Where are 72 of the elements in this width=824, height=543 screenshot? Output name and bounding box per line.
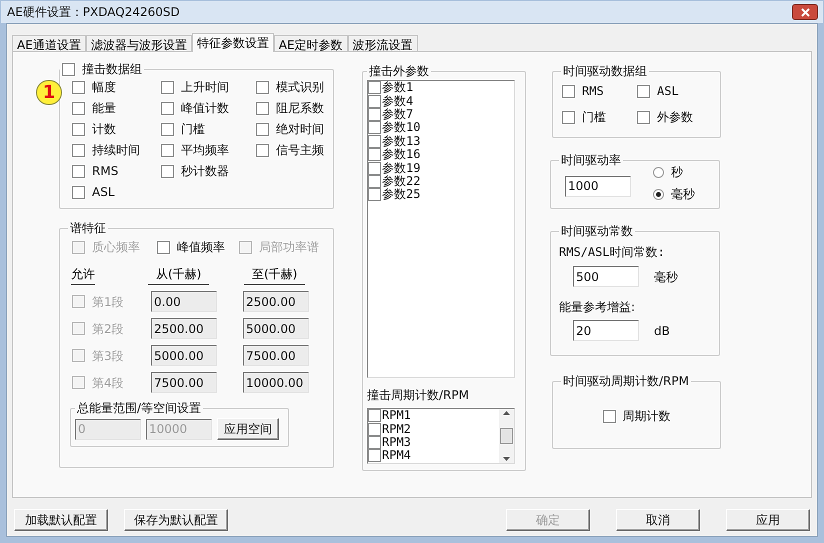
checkbox-option[interactable]: 绝对时间 xyxy=(256,122,324,136)
radio-option[interactable]: 毫秒 xyxy=(653,185,695,203)
list-item[interactable]: RPM3 xyxy=(368,436,499,450)
unit-label: 毫秒 xyxy=(654,268,678,286)
checkbox-option[interactable]: 阻尼系数 xyxy=(256,101,324,115)
checkbox-option[interactable]: 幅度 xyxy=(72,80,161,94)
checkbox-option[interactable]: 峰值计数 xyxy=(161,101,256,115)
checkbox-option[interactable]: 门槛 xyxy=(562,110,637,124)
scroll-thumb[interactable] xyxy=(500,428,513,444)
column-header: 允许 xyxy=(71,265,95,285)
list-item[interactable]: 参数22 xyxy=(368,174,514,188)
annotation-badge: 1 xyxy=(36,80,62,105)
group-title: 撞击外参数 xyxy=(368,63,430,80)
tab[interactable]: 滤波器与波形设置 xyxy=(86,35,192,51)
dialog-button[interactable]: 取消 xyxy=(616,509,700,531)
checkbox-option[interactable]: 峰值频率 xyxy=(157,240,239,254)
radio-option[interactable]: 秒 xyxy=(653,163,695,181)
checkbox-option[interactable]: 周期计数 xyxy=(602,409,670,423)
column-header: 至(千赫) xyxy=(244,265,306,285)
scroll-up-icon[interactable] xyxy=(503,411,510,415)
group-title: 时间驱动数据组 xyxy=(562,63,648,80)
list-item[interactable]: 参数10 xyxy=(368,121,514,135)
checkbox-option[interactable]: 持续时间 xyxy=(72,143,161,157)
checkbox-option[interactable]: 模式识别 xyxy=(256,80,324,94)
list-item[interactable]: RPM1 xyxy=(368,409,499,422)
checkbox-option[interactable]: 撞击数据组 xyxy=(62,62,142,76)
tab[interactable]: 特征参数设置 xyxy=(192,33,274,52)
checkbox-option[interactable]: RMS xyxy=(72,164,161,178)
field-label: RMS/ASL时间常数: xyxy=(559,244,666,261)
dialog-button[interactable]: 加载默认配置 xyxy=(14,509,108,531)
list-title: 撞击周期计数/RPM xyxy=(367,387,470,404)
field-label: 能量参考增益: xyxy=(559,299,636,316)
tab[interactable]: AE定时参数 xyxy=(274,35,348,51)
tab[interactable]: 波形流设置 xyxy=(348,35,418,51)
list-item[interactable]: 参数16 xyxy=(368,148,514,162)
group-title: 时间驱动率 xyxy=(560,152,622,169)
checkbox-option[interactable]: RMS xyxy=(562,84,637,98)
text-field[interactable]: 1000 xyxy=(565,176,631,196)
close-button[interactable] xyxy=(792,4,818,20)
list-item[interactable]: RPM2 xyxy=(368,422,499,436)
group-title: 谱特征 xyxy=(69,220,107,237)
scrollbar[interactable] xyxy=(499,409,514,463)
checkbox-option[interactable]: 秒计数器 xyxy=(161,164,256,178)
list-item[interactable]: 参数13 xyxy=(368,134,514,148)
list-item[interactable]: 参数1 xyxy=(368,81,514,94)
window-title: AE硬件设置：PXDAQ24260SD xyxy=(7,4,180,21)
checkbox-option[interactable]: 信号主频 xyxy=(256,143,324,157)
dialog-button[interactable]: 保存为默认配置 xyxy=(124,509,228,531)
text-field[interactable]: 20 xyxy=(573,320,639,341)
checkbox-option[interactable]: 门槛 xyxy=(161,122,256,136)
scroll-down-icon[interactable] xyxy=(503,457,510,461)
list-item[interactable]: 参数19 xyxy=(368,161,514,175)
list-item[interactable]: 参数25 xyxy=(368,188,514,202)
close-icon xyxy=(800,8,810,16)
checkbox-option[interactable]: 计数 xyxy=(72,122,161,136)
checkbox-option[interactable]: ASL xyxy=(637,84,712,98)
group-title: 时间驱动常数 xyxy=(560,223,634,240)
unit-label: dB xyxy=(654,322,670,340)
dialog-button[interactable]: 应用 xyxy=(726,509,810,531)
list-item[interactable]: 参数4 xyxy=(368,94,514,108)
column-header: 从(千赫) xyxy=(148,265,210,285)
checkbox-option[interactable]: ASL xyxy=(72,185,161,199)
checkbox-option[interactable]: 能量 xyxy=(72,101,161,115)
checkbox-option[interactable]: 上升时间 xyxy=(161,80,256,94)
checkbox-option[interactable]: 外参数 xyxy=(637,110,712,124)
checkbox-option[interactable]: 平均频率 xyxy=(161,143,256,157)
list-item[interactable]: 参数7 xyxy=(368,108,514,122)
tab[interactable]: AE通道设置 xyxy=(12,35,86,51)
list-item[interactable]: RPM4 xyxy=(368,449,499,463)
group-title: 时间驱动周期计数/RPM xyxy=(562,373,690,390)
group-title: 总能量范围/等空间设置 xyxy=(76,400,202,417)
text-field[interactable]: 500 xyxy=(573,266,639,287)
